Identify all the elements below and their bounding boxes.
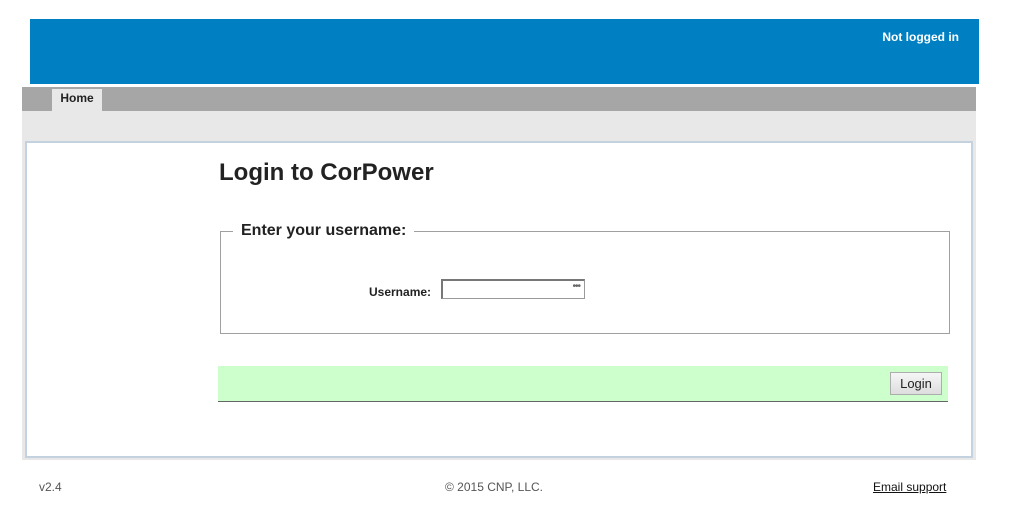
login-status: Not logged in <box>882 30 959 44</box>
fieldset-legend: Enter your username: <box>233 222 415 240</box>
username-input[interactable]: ••• <box>441 279 585 299</box>
copyright-text: © 2015 CNP, LLC. <box>445 480 544 494</box>
autofill-icon[interactable]: ••• <box>572 281 580 292</box>
sub-bar <box>22 111 976 141</box>
login-button[interactable]: Login <box>890 372 942 395</box>
header-banner: Not logged in <box>30 19 979 84</box>
username-label: Username: <box>369 285 432 299</box>
version-label: v2.4 <box>39 480 62 494</box>
username-fieldset <box>220 231 950 334</box>
page-title: Login to CorPower <box>219 159 434 186</box>
tab-home[interactable]: Home <box>52 89 102 111</box>
email-support-link[interactable]: Email support <box>873 480 946 494</box>
page: Not logged in Home Login to CorPower Ent… <box>0 0 1023 508</box>
nav-bar: Home <box>22 87 976 111</box>
action-bar: Login <box>218 366 948 402</box>
